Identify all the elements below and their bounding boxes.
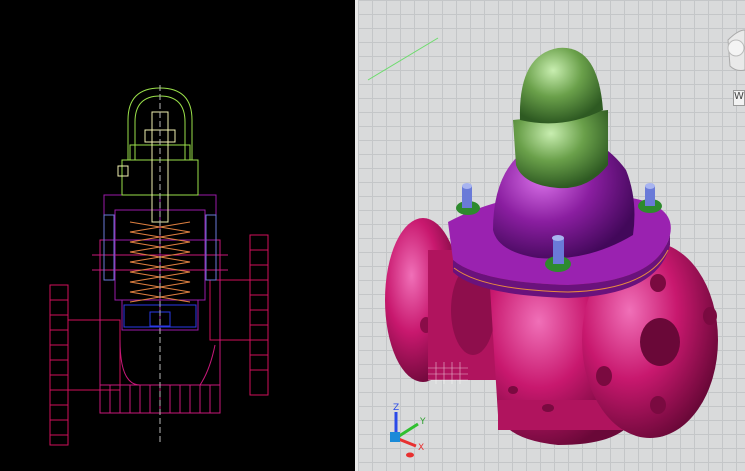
ucs-x-label: X xyxy=(418,443,424,453)
grid-axis-line xyxy=(367,37,439,81)
left-flange-outline xyxy=(49,284,69,446)
outlet-opening xyxy=(640,318,680,366)
ucs-z-label: Z xyxy=(393,403,399,413)
ucs-y-label: Y xyxy=(419,417,426,427)
bonnet-bolt[interactable] xyxy=(638,183,662,213)
navcube-compass-label[interactable]: W xyxy=(733,90,745,106)
shaded-model: Z Y X xyxy=(367,29,745,458)
wireframe-drawing xyxy=(49,85,269,446)
stem-outline xyxy=(117,111,176,223)
flange-bolt-hole xyxy=(650,396,666,414)
bonnet-bolt[interactable] xyxy=(456,183,480,215)
flange-bolt-hole xyxy=(650,274,666,292)
shaded-viewport[interactable]: Z Y X W xyxy=(358,0,745,471)
right-flange-outline xyxy=(249,234,269,396)
wireframe-viewport[interactable] xyxy=(0,0,355,471)
navcube[interactable] xyxy=(727,29,745,71)
cap-dome[interactable] xyxy=(519,47,603,124)
flange-bolt-hole xyxy=(703,307,717,325)
flange-bolt-hole xyxy=(596,366,612,386)
ucs-icon: Z Y X xyxy=(390,403,426,458)
